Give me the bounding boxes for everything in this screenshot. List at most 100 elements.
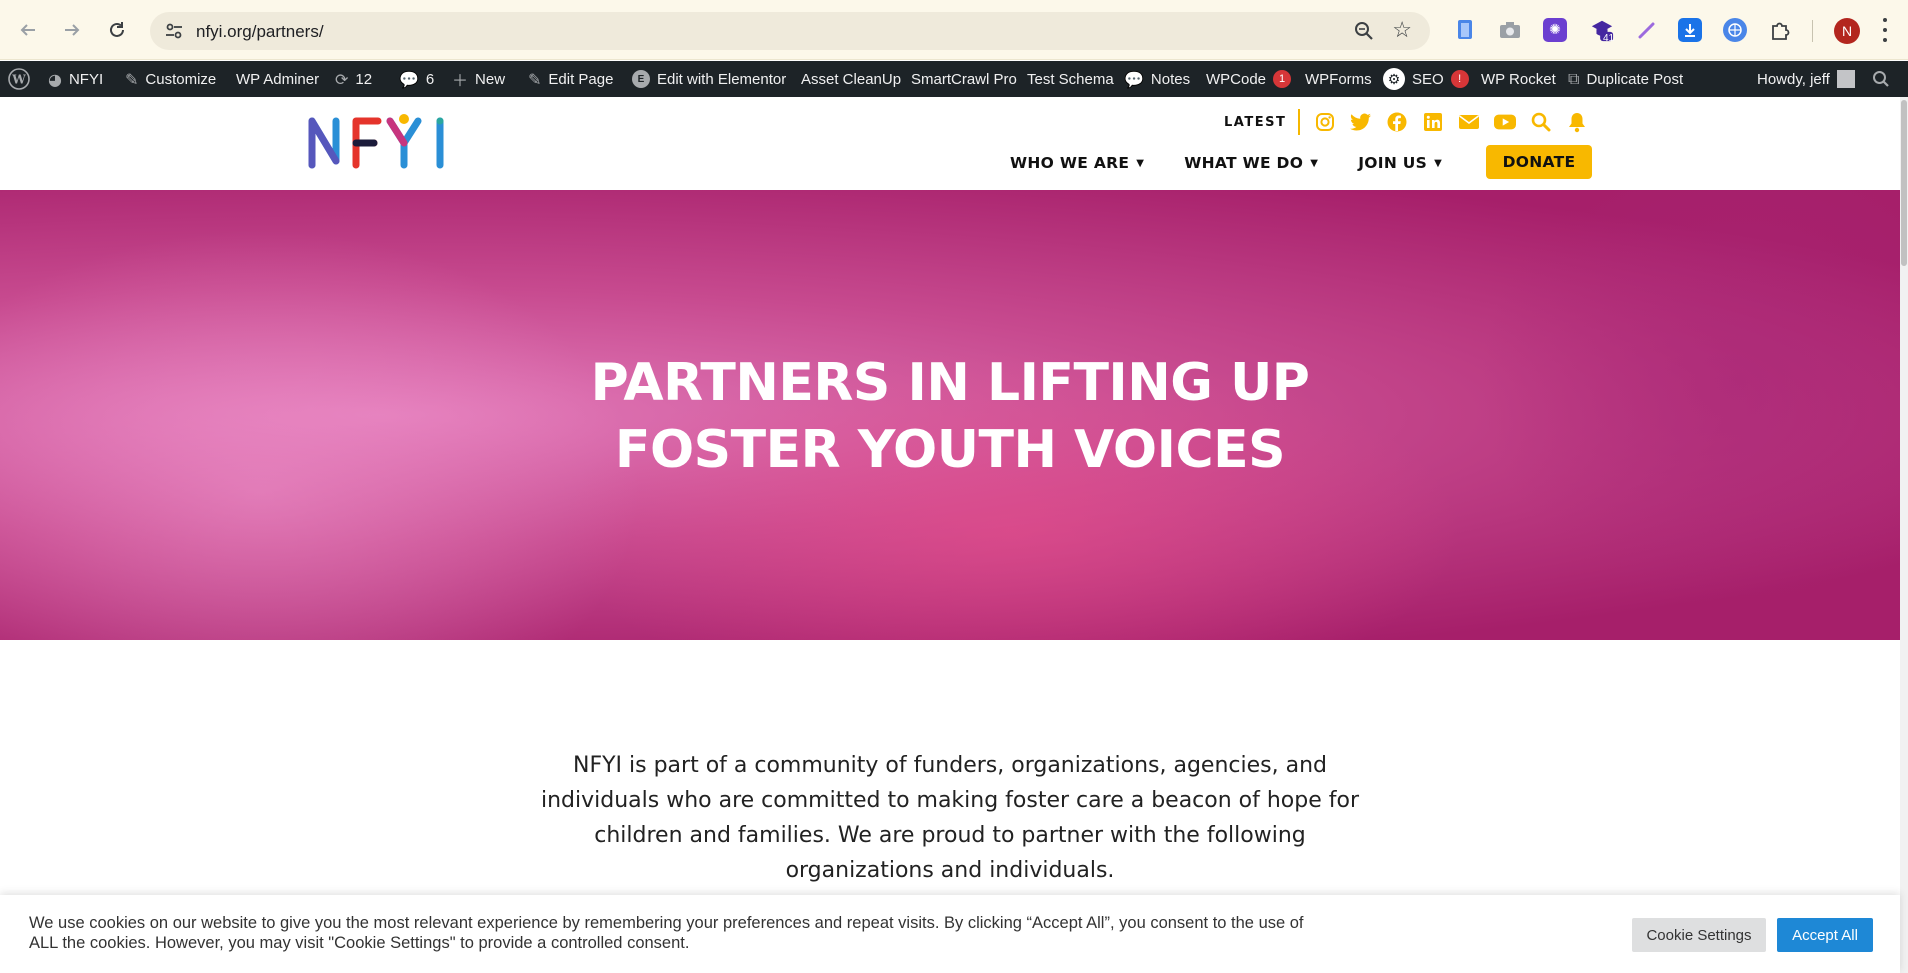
admin-edit-elementor[interactable]: E Edit with Elementor [632, 61, 786, 97]
admin-wp-rocket-label: WP Rocket [1481, 70, 1556, 88]
admin-edit-page-label: Edit Page [548, 70, 614, 88]
zoom-icon[interactable] [1354, 21, 1374, 41]
main-nav: WHO WE ARE ▼ WHAT WE DO ▼ JOIN US ▼ [1010, 145, 1482, 181]
bell-icon[interactable] [1566, 111, 1588, 133]
nav-join-us-label: JOIN US [1358, 154, 1428, 172]
admin-seo[interactable]: ⚙ SEO ! [1383, 61, 1469, 97]
admin-howdy-label: Howdy, jeff [1757, 70, 1830, 88]
admin-new[interactable]: ＋ New [452, 61, 505, 97]
admin-test-schema[interactable]: Test Schema [1027, 61, 1114, 97]
plus-icon: ＋ [452, 71, 469, 90]
extension-pen-icon[interactable] [1635, 18, 1659, 42]
extensions-puzzle-icon[interactable] [1768, 18, 1792, 42]
site-header: LATEST WHO WE ARE ▼ WHAT WE DO ▼ JOIN US… [0, 97, 1908, 190]
cookie-settings-button[interactable]: Cookie Settings [1632, 918, 1766, 952]
admin-asset-cleanup-label: Asset CleanUp [801, 70, 902, 88]
extension-download-icon[interactable] [1678, 18, 1702, 42]
admin-seo-label: SEO [1412, 70, 1444, 88]
extension-camera-icon[interactable] [1498, 18, 1522, 42]
forward-icon[interactable] [58, 16, 86, 44]
extension-gear-icon[interactable]: ✺ [1543, 18, 1567, 42]
admin-wpcode-label: WPCode [1206, 70, 1267, 88]
hero-banner: PARTNERS IN LIFTING UP FOSTER YOUTH VOIC… [0, 190, 1900, 640]
profile-avatar[interactable]: N [1834, 18, 1860, 44]
seo-badge: ! [1450, 70, 1469, 88]
admin-smartcrawl-label: SmartCrawl Pro [911, 70, 1017, 88]
admin-customize[interactable]: ✎ Customize [125, 61, 216, 97]
admin-duplicate-post[interactable]: ⧉ Duplicate Post [1568, 61, 1683, 97]
admin-updates[interactable]: ⟳ 12 [335, 61, 372, 97]
admin-comments[interactable]: 💬 6 [399, 61, 434, 97]
nav-who-we-are[interactable]: WHO WE ARE ▼ [1010, 154, 1144, 172]
site-settings-icon[interactable] [164, 21, 184, 41]
cookie-message: We use cookies on our website to give yo… [29, 914, 1304, 952]
linkedin-icon[interactable] [1422, 111, 1444, 133]
extension-globe-icon[interactable] [1723, 18, 1747, 42]
url-text[interactable]: nfyi.org/partners/ [196, 22, 324, 42]
nav-join-us[interactable]: JOIN US ▼ [1358, 154, 1442, 172]
admin-updates-count: 12 [355, 70, 373, 88]
hero-title-line2: FOSTER YOUTH VOICES [614, 420, 1286, 480]
nav-who-we-are-label: WHO WE ARE [1010, 154, 1130, 172]
extension-doc-icon[interactable] [1453, 18, 1477, 42]
admin-wpforms[interactable]: WPForms [1305, 61, 1372, 97]
admin-wp-rocket[interactable]: WP Rocket [1481, 61, 1556, 97]
admin-test-schema-label: Test Schema [1027, 70, 1114, 88]
admin-smartcrawl[interactable]: SmartCrawl Pro [911, 61, 1017, 97]
user-avatar [1836, 70, 1855, 88]
extension-graduation-icon[interactable]: 41 [1590, 18, 1615, 44]
admin-edit-page[interactable]: ✎ Edit Page [528, 61, 613, 97]
search-icon[interactable] [1530, 111, 1552, 133]
chevron-down-icon: ▼ [1136, 157, 1145, 169]
toolbar-divider [1812, 20, 1813, 42]
address-bar[interactable]: nfyi.org/partners/ ☆ [150, 12, 1430, 50]
admin-wpforms-label: WPForms [1305, 70, 1372, 88]
wp-logo-icon[interactable]: W [8, 61, 30, 97]
email-icon[interactable] [1458, 111, 1480, 133]
menu-kebab-icon[interactable] [1882, 18, 1888, 42]
admin-edit-elementor-label: Edit with Elementor [657, 70, 787, 88]
chevron-down-icon: ▼ [1434, 157, 1443, 169]
latest-divider [1298, 109, 1301, 135]
back-icon[interactable] [14, 16, 42, 44]
hero-title: PARTNERS IN LIFTING UP FOSTER YOUTH VOIC… [0, 350, 1900, 484]
donate-button[interactable]: DONATE [1486, 145, 1592, 179]
seo-gear-icon: ⚙ [1383, 68, 1405, 90]
twitter-icon[interactable] [1350, 111, 1372, 133]
accept-all-button[interactable]: Accept All [1777, 918, 1873, 952]
latest-link[interactable]: LATEST [1224, 115, 1286, 130]
extension-badge: 41 [1603, 33, 1615, 44]
admin-wp-adminer-label: WP Adminer [236, 70, 320, 88]
admin-customize-label: Customize [145, 70, 217, 88]
duplicate-icon: ⧉ [1568, 69, 1580, 88]
elementor-icon: E [632, 70, 650, 88]
updates-icon: ⟳ [335, 69, 349, 89]
cookie-banner: We use cookies on our website to give yo… [0, 895, 1900, 973]
browser-toolbar: nfyi.org/partners/ ☆ ✺ 41 N [0, 0, 1908, 60]
admin-new-label: New [475, 70, 506, 88]
pencil-icon: ✎ [528, 69, 542, 89]
facebook-icon[interactable] [1386, 111, 1408, 133]
page-scrollbar-thumb[interactable] [1901, 100, 1907, 266]
admin-asset-cleanup[interactable]: Asset CleanUp [801, 61, 901, 97]
admin-notes[interactable]: 💬 Notes [1124, 61, 1190, 97]
nav-what-we-do[interactable]: WHAT WE DO ▼ [1184, 154, 1318, 172]
admin-search-icon[interactable] [1872, 61, 1890, 97]
bookmark-star-icon[interactable]: ☆ [1392, 19, 1412, 41]
admin-howdy[interactable]: Howdy, jeff [1757, 61, 1855, 97]
header-top-strip: LATEST [1224, 107, 1602, 137]
admin-site-name[interactable]: ◕ NFYI [48, 61, 103, 97]
wpcode-badge: 1 [1273, 70, 1292, 88]
admin-duplicate-post-label: Duplicate Post [1586, 70, 1684, 88]
instagram-icon[interactable] [1314, 111, 1336, 133]
admin-comments-count: 6 [425, 70, 435, 88]
admin-wpcode[interactable]: WPCode 1 [1206, 61, 1292, 97]
nfyi-logo[interactable] [308, 113, 464, 169]
dashboard-icon: ◕ [48, 69, 62, 89]
reload-icon[interactable] [103, 16, 131, 44]
youtube-icon[interactable] [1494, 111, 1517, 133]
nav-what-we-do-label: WHAT WE DO [1184, 154, 1304, 172]
admin-wp-adminer[interactable]: WP Adminer [236, 61, 319, 97]
comments-icon: 💬 [399, 69, 419, 89]
chevron-down-icon: ▼ [1310, 157, 1319, 169]
